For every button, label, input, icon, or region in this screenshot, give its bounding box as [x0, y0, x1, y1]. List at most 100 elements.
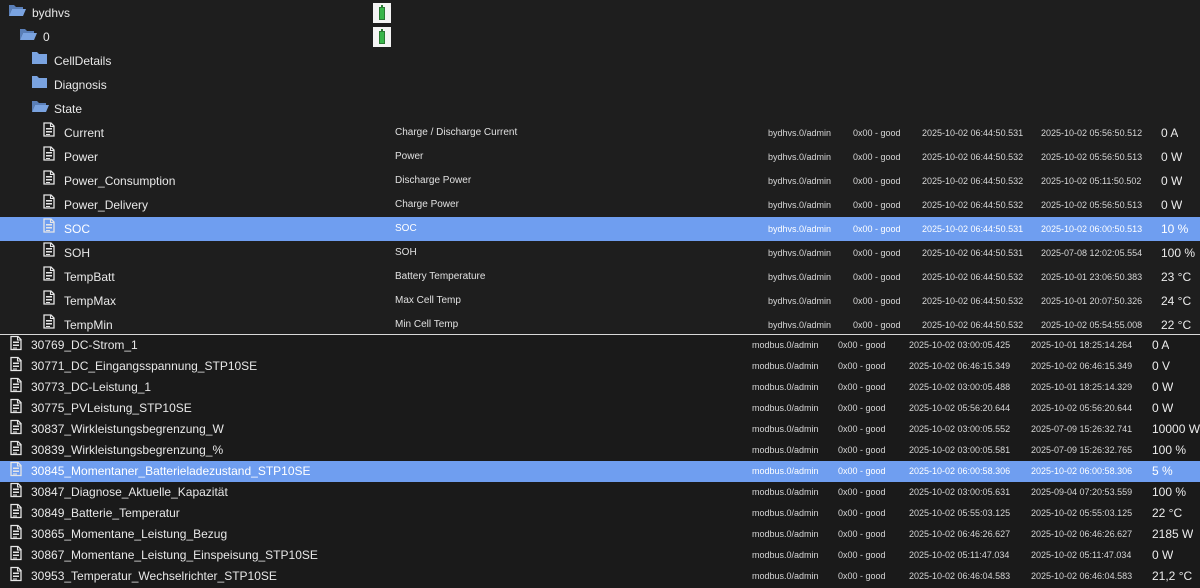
state-name: 30769_DC-Strom_1 — [31, 338, 138, 352]
state-from: modbus.0/admin — [752, 382, 819, 392]
state-row[interactable]: TempMax Max Cell Temp bydhvs.0/admin 0x00 -… — [0, 289, 1200, 313]
state-quality: 0x00 - good — [838, 340, 886, 350]
state-value[interactable]: 0 W — [1161, 169, 1182, 193]
file-icon — [43, 313, 55, 333]
state-value[interactable]: 0 W — [1161, 145, 1182, 169]
state-last-change: 2025-07-09 15:26:32.741 — [1031, 424, 1133, 434]
tree-row-instance[interactable]: 0 — [0, 25, 1200, 49]
state-quality: 0x00 - good — [838, 403, 886, 413]
state-value[interactable]: 24 °C — [1161, 289, 1191, 313]
state-row[interactable]: Power_Delivery Charge Power bydhvs.0/admin… — [0, 193, 1200, 217]
state-timestamp: 2025-10-02 06:44:50.531 — [922, 248, 1024, 258]
modbus-state-row[interactable]: 30771_DC_Eingangsspannung_STP10SE modbus.… — [0, 356, 1200, 377]
state-timestamp: 2025-10-02 05:56:20.644 — [909, 403, 1011, 413]
state-value[interactable]: 0 A — [1161, 121, 1178, 145]
state-last-change: 2025-10-02 06:00:50.513 — [1041, 224, 1143, 234]
state-name: Power — [64, 150, 99, 164]
modbus-state-row[interactable]: 30849_Batterie_Temperatur modbus.0/admin 0… — [0, 503, 1200, 524]
state-from: modbus.0/admin — [752, 550, 819, 560]
state-value[interactable]: 5 % — [1152, 461, 1173, 482]
state-row[interactable]: TempBatt Battery Temperature bydhvs.0/admi… — [0, 265, 1200, 289]
tree-label-diagnosis: Diagnosis — [54, 78, 107, 92]
state-value[interactable]: 0 V — [1152, 356, 1170, 377]
modbus-state-row[interactable]: 30865_Momentane_Leistung_Bezug modbus.0/a… — [0, 524, 1200, 545]
folder-open-icon — [19, 25, 37, 49]
state-timestamp: 2025-10-02 06:44:50.532 — [922, 176, 1024, 186]
state-row[interactable]: Current Charge / Discharge Current bydhvs.… — [0, 121, 1200, 145]
modbus-state-row[interactable]: 30775_PVLeistung_STP10SE modbus.0/admin 0x… — [0, 398, 1200, 419]
state-quality: 0x00 - good — [853, 200, 901, 210]
state-row[interactable]: Power_Consumption Discharge Power bydhvs.0… — [0, 169, 1200, 193]
state-timestamp: 2025-10-02 06:44:50.532 — [922, 272, 1024, 282]
tree-row-diagnosis[interactable]: Diagnosis — [0, 73, 1200, 97]
state-quality: 0x00 - good — [853, 224, 901, 234]
modbus-state-row[interactable]: 30847_Diagnose_Aktuelle_Kapazität modbus.… — [0, 482, 1200, 503]
state-description: Discharge Power — [395, 175, 472, 186]
folder-icon — [31, 73, 48, 97]
tree-row-state[interactable]: State — [0, 97, 1200, 121]
modbus-state-row[interactable]: 30773_DC-Leistung_1 modbus.0/admin 0x00 - … — [0, 377, 1200, 398]
state-name: 30775_PVLeistung_STP10SE — [31, 401, 192, 415]
modbus-state-row[interactable]: 30867_Momentane_Leistung_Einspeisung_STP… — [0, 545, 1200, 566]
state-timestamp: 2025-10-02 03:00:05.631 — [909, 487, 1011, 497]
state-timestamp: 2025-10-02 03:00:05.488 — [909, 382, 1011, 392]
tree-label-celldetails: CellDetails — [54, 54, 112, 68]
state-row[interactable]: Power Power bydhvs.0/admin 0x00 - good 2025-… — [0, 145, 1200, 169]
state-description: Charge Power — [395, 199, 459, 210]
state-row[interactable]: TempMin Min Cell Temp bydhvs.0/admin 0x00 -… — [0, 313, 1200, 333]
state-value[interactable]: 100 % — [1152, 482, 1186, 503]
file-icon — [43, 169, 55, 193]
modbus-state-row[interactable]: 30837_Wirkleistungsbegrenzung_W modbus.0/… — [0, 419, 1200, 440]
state-value[interactable]: 22 °C — [1161, 313, 1191, 333]
state-value[interactable]: 0 W — [1152, 377, 1173, 398]
tree-row-adapter[interactable]: bydhvs — [0, 1, 1200, 25]
state-from: modbus.0/admin — [752, 487, 819, 497]
state-value[interactable]: 10000 W — [1152, 419, 1200, 440]
state-quality: 0x00 - good — [838, 529, 886, 539]
state-value[interactable]: 22 °C — [1152, 503, 1182, 524]
state-name: Power_Consumption — [64, 174, 176, 188]
state-from: bydhvs.0/admin — [768, 248, 832, 258]
state-value[interactable]: 21,2 °C — [1152, 566, 1192, 587]
folder-open-icon — [8, 1, 26, 25]
tree-row-celldetails[interactable]: CellDetails — [0, 49, 1200, 73]
state-quality: 0x00 - good — [853, 152, 901, 162]
state-name: 30849_Batterie_Temperatur — [31, 506, 180, 520]
state-timestamp: 2025-10-02 06:44:50.532 — [922, 152, 1024, 162]
state-name: TempMin — [64, 318, 113, 332]
state-from: modbus.0/admin — [752, 340, 819, 350]
state-value[interactable]: 0 W — [1152, 398, 1173, 419]
state-last-change: 2025-07-08 12:02:05.554 — [1041, 248, 1143, 258]
state-name: 30837_Wirkleistungsbegrenzung_W — [31, 422, 224, 436]
state-value[interactable]: 2185 W — [1152, 524, 1193, 545]
file-icon — [10, 419, 22, 440]
state-from: bydhvs.0/admin — [768, 152, 832, 162]
state-value[interactable]: 100 % — [1161, 241, 1195, 265]
modbus-state-row[interactable]: 30845_Momentaner_Batterieladezustand_STP… — [0, 461, 1200, 482]
state-value[interactable]: 0 A — [1152, 335, 1169, 356]
state-quality: 0x00 - good — [853, 296, 901, 306]
file-icon — [43, 265, 55, 289]
state-value[interactable]: 0 W — [1152, 545, 1173, 566]
state-name: TempBatt — [64, 270, 115, 284]
state-timestamp: 2025-10-02 06:44:50.531 — [922, 128, 1024, 138]
state-quality: 0x00 - good — [838, 424, 886, 434]
file-icon — [10, 398, 22, 419]
state-quality: 0x00 - good — [838, 550, 886, 560]
modbus-state-row[interactable]: 30953_Temperatur_Wechselrichter_STP10SE m… — [0, 566, 1200, 587]
state-from: bydhvs.0/admin — [768, 176, 832, 186]
tree-label-instance: 0 — [43, 30, 50, 44]
modbus-state-row[interactable]: 30839_Wirkleistungsbegrenzung_% modbus.0/… — [0, 440, 1200, 461]
modbus-object-list: 30769_DC-Strom_1 modbus.0/admin 0x00 - goo… — [0, 334, 1200, 588]
state-value[interactable]: 10 % — [1161, 217, 1188, 241]
state-value[interactable]: 100 % — [1152, 440, 1186, 461]
modbus-state-row[interactable]: 30769_DC-Strom_1 modbus.0/admin 0x00 - goo… — [0, 335, 1200, 356]
state-timestamp: 2025-10-02 06:44:50.532 — [922, 200, 1024, 210]
state-last-change: 2025-10-01 18:25:14.264 — [1031, 340, 1133, 350]
state-timestamp: 2025-10-02 03:00:05.425 — [909, 340, 1011, 350]
state-value[interactable]: 0 W — [1161, 193, 1182, 217]
folder-open-icon — [31, 97, 49, 121]
state-value[interactable]: 23 °C — [1161, 265, 1191, 289]
state-row[interactable]: SOC SOC bydhvs.0/admin 0x00 - good 2025-10-0… — [0, 217, 1200, 241]
state-row[interactable]: SOH SOH bydhvs.0/admin 0x00 - good 2025-10-0… — [0, 241, 1200, 265]
